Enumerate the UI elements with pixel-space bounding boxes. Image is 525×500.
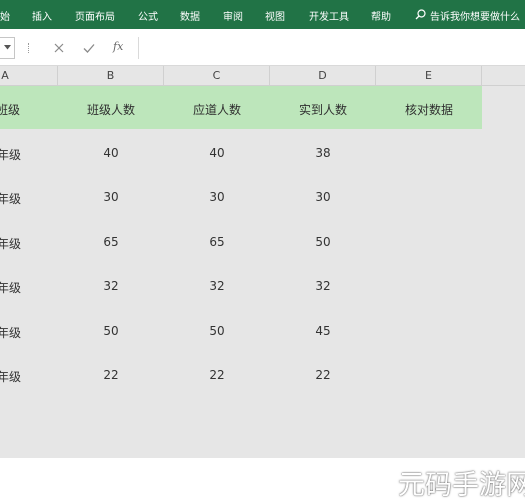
tab-page-layout[interactable]: 页面布局 [75,8,115,23]
table-cell-grade[interactable]: 年级 [0,146,37,163]
formula-bar: fx [0,29,525,66]
table-cell-actual[interactable]: 32 [270,279,376,293]
table-cell-grade[interactable]: 年级 [0,235,37,252]
table-cell-actual[interactable]: 45 [270,324,376,338]
sheet-grid[interactable]: A B C D E 班级 班级人数 应道人数 实到人数 核对数据 年级 40 4… [0,66,525,458]
table-cell-expected[interactable]: 22 [164,368,270,382]
table-cell-class-size[interactable]: 40 [58,146,164,160]
tab-formulas[interactable]: 公式 [138,8,158,23]
enter-check-icon[interactable] [81,40,97,56]
column-headers: A B C D E [0,66,525,86]
table-cell-expected[interactable]: 30 [164,190,270,204]
table-cell-class-size[interactable]: 65 [58,235,164,249]
table-cell-grade[interactable]: 年级 [0,190,37,207]
tab-insert[interactable]: 插入 [32,8,52,23]
column-header-b[interactable]: B [58,66,164,86]
formula-input[interactable] [138,37,525,59]
ribbon-menu-bar: 始 插入 页面布局 公式 数据 审阅 视图 开发工具 帮助 告诉我你想要做什么 [0,0,525,29]
column-header-e[interactable]: E [376,66,482,86]
name-box[interactable] [0,37,15,59]
tab-developer[interactable]: 开发工具 [309,8,349,23]
table-cell-class-size[interactable]: 50 [58,324,164,338]
header-cell-class-size[interactable]: 班级人数 [58,101,164,118]
table-cell-class-size[interactable]: 30 [58,190,164,204]
tab-data[interactable]: 数据 [180,8,200,23]
column-header-d[interactable]: D [270,66,376,86]
insert-function-icon[interactable]: fx [113,40,123,53]
header-cell-class[interactable]: 班级 [0,101,28,118]
table-cell-class-size[interactable]: 32 [58,279,164,293]
chevron-down-icon[interactable] [4,45,11,50]
header-cell-check[interactable]: 核对数据 [376,101,482,118]
watermark-logo: 元码手游网 [398,470,525,500]
tab-home[interactable]: 始 [0,8,10,23]
search-icon [415,9,426,20]
column-header-a[interactable]: A [0,66,58,86]
table-cell-actual[interactable]: 38 [270,146,376,160]
tab-review[interactable]: 审阅 [223,8,243,23]
header-cell-actual[interactable]: 实到人数 [270,101,376,118]
table-cell-grade[interactable]: 年级 [0,324,37,341]
table-cell-grade[interactable]: 年级 [0,368,37,385]
table-cell-grade[interactable]: 年级 [0,279,37,296]
table-cell-actual[interactable]: 22 [270,368,376,382]
spreadsheet-window: 始 插入 页面布局 公式 数据 审阅 视图 开发工具 帮助 告诉我你想要做什么 [0,0,525,500]
table-cell-expected[interactable]: 65 [164,235,270,249]
table-cell-actual[interactable]: 30 [270,190,376,204]
cancel-icon[interactable] [51,40,67,56]
table-cell-expected[interactable]: 32 [164,279,270,293]
column-header-c[interactable]: C [164,66,270,86]
table-cell-class-size[interactable]: 22 [58,368,164,382]
tab-view[interactable]: 视图 [265,8,285,23]
tab-help[interactable]: 帮助 [371,8,391,23]
table-cell-expected[interactable]: 50 [164,324,270,338]
tell-me-text: 告诉我你想要做什么 [430,12,520,23]
table-cell-expected[interactable]: 40 [164,146,270,160]
formula-bar-separator [28,43,30,53]
table-cell-actual[interactable]: 50 [270,235,376,249]
header-cell-expected[interactable]: 应道人数 [164,101,270,118]
